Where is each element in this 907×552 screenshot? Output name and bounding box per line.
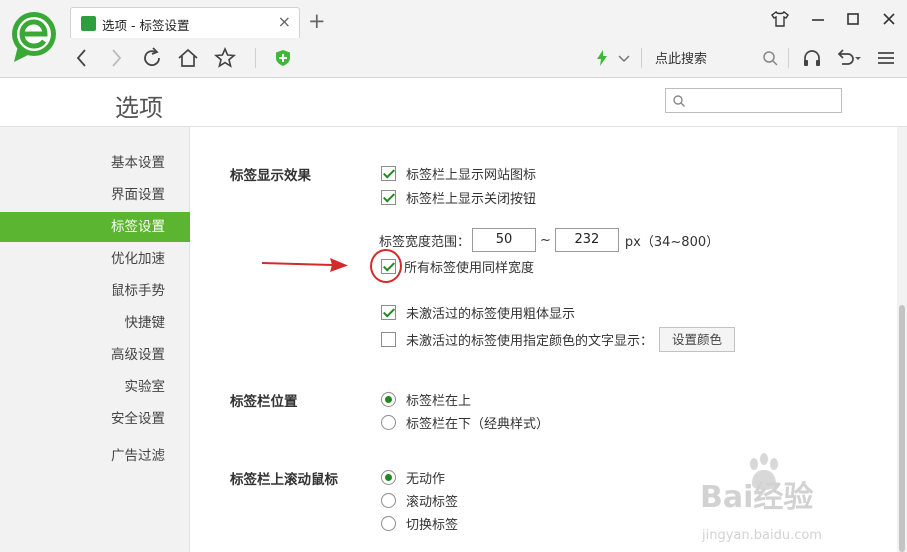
option-tabbar-bottom[interactable]: 标签栏在下（经典样式） xyxy=(381,413,550,432)
page-title: 选项 xyxy=(115,94,163,122)
radio-tabbar-bottom[interactable] xyxy=(381,414,396,430)
option-scroll-none[interactable]: 无动作 xyxy=(381,468,446,487)
option-scroll-tabs[interactable]: 滚动标签 xyxy=(381,491,459,510)
width-min-input[interactable]: 50 xyxy=(472,228,537,252)
options-header: 选项 xyxy=(0,79,907,127)
sidebar-item-shortcuts[interactable]: 快捷键 xyxy=(0,308,190,338)
sidebar-item-basic[interactable]: 基本设置 xyxy=(0,148,190,178)
chevron-down-icon[interactable] xyxy=(612,45,636,71)
toolbar-separator xyxy=(255,48,256,68)
toolbar-separator xyxy=(641,48,642,68)
search-icon xyxy=(673,95,685,107)
sidebar-item-lab[interactable]: 实验室 xyxy=(0,372,190,402)
sidebar-item-security[interactable]: 安全设置 xyxy=(0,404,190,434)
checkbox-color-inactive[interactable] xyxy=(381,331,396,347)
option-label: 未激活过的标签使用指定颜色的文字显示： xyxy=(406,333,654,349)
option-label: 标签栏在下（经典样式） xyxy=(406,416,550,432)
option-label: 未激活过的标签使用粗体显示 xyxy=(406,306,576,322)
option-bold-inactive[interactable]: 未激活过的标签使用粗体显示 xyxy=(381,303,576,322)
option-label: 滚动标签 xyxy=(406,494,459,510)
search-icon[interactable] xyxy=(758,45,782,71)
radio-scroll-switch[interactable] xyxy=(381,515,396,531)
checkbox-bold-inactive[interactable] xyxy=(381,304,396,320)
width-unit-label: px（34~800） xyxy=(624,234,720,250)
radio-scroll-none[interactable] xyxy=(381,469,396,485)
section-label-tab-scroll: 标签栏上滚动鼠标 xyxy=(230,472,338,488)
option-label: 标签栏在上 xyxy=(406,393,472,409)
options-sidebar: 基本设置 界面设置 标签设置 优化加速 鼠标手势 快捷键 高级设置 实验室 安全… xyxy=(0,127,190,552)
width-range-label: 标签宽度范围： xyxy=(379,234,471,250)
radio-tabbar-top[interactable] xyxy=(381,391,396,407)
section-label-tab-position: 标签栏位置 xyxy=(230,394,298,410)
tab-title: 选项 - 标签设置 xyxy=(102,18,190,33)
sidebar-item-tabs[interactable]: 标签设置 xyxy=(0,212,190,242)
maximize-icon[interactable] xyxy=(842,8,864,30)
checkbox-show-close-button[interactable] xyxy=(381,189,396,205)
radio-scroll-tabs[interactable] xyxy=(381,492,396,508)
baidu-watermark: Bai经验 jingyan.baidu.com xyxy=(700,452,900,552)
options-search-input[interactable] xyxy=(665,88,842,113)
option-label: 切换标签 xyxy=(406,517,459,533)
browser-logo-icon[interactable] xyxy=(10,10,60,66)
option-scroll-switch[interactable]: 切换标签 xyxy=(381,514,459,533)
close-window-icon[interactable] xyxy=(878,8,900,30)
option-show-site-icon[interactable]: 标签栏上显示网站图标 xyxy=(381,164,537,183)
watermark-brand: Bai经验 xyxy=(700,480,814,515)
checkbox-show-site-icon[interactable] xyxy=(381,165,396,181)
option-same-width[interactable]: 所有标签使用同样宽度 xyxy=(381,257,535,276)
sidebar-item-optimize[interactable]: 优化加速 xyxy=(0,244,190,274)
skin-shirt-icon[interactable] xyxy=(769,8,791,30)
watermark-url: jingyan.baidu.com xyxy=(702,528,822,543)
forward-icon[interactable] xyxy=(104,45,128,71)
security-shield-icon[interactable] xyxy=(271,45,295,71)
minimize-icon[interactable] xyxy=(807,8,829,30)
star-icon[interactable] xyxy=(213,45,237,71)
section-label-tab-display: 标签显示效果 xyxy=(230,168,311,184)
menu-icon[interactable] xyxy=(874,45,898,71)
option-show-close-button[interactable]: 标签栏上显示关闭按钮 xyxy=(381,188,537,207)
option-color-inactive[interactable]: 未激活过的标签使用指定颜色的文字显示： 设置颜色 xyxy=(381,326,736,352)
annotation-arrow-icon xyxy=(262,258,348,272)
set-color-button[interactable]: 设置颜色 xyxy=(659,326,736,352)
sidebar-item-adblock[interactable]: 广告过滤 xyxy=(0,441,190,471)
option-label: 标签栏上显示网站图标 xyxy=(406,167,537,183)
width-max-input[interactable]: 232 xyxy=(554,228,619,252)
search-box-label[interactable]: 点此搜索 xyxy=(655,48,707,67)
toolbar-separator xyxy=(788,48,789,68)
new-tab-button[interactable]: + xyxy=(308,9,326,33)
home-icon[interactable] xyxy=(176,45,200,71)
option-tabbar-top[interactable]: 标签栏在上 xyxy=(381,390,472,409)
option-label: 无动作 xyxy=(406,471,446,487)
sidebar-item-advanced[interactable]: 高级设置 xyxy=(0,340,190,370)
wrench-icon xyxy=(81,16,96,31)
refresh-icon[interactable] xyxy=(140,45,164,71)
width-range-separator: ~ xyxy=(540,232,551,248)
back-icon[interactable] xyxy=(70,45,94,71)
sidebar-item-mouse-gestures[interactable]: 鼠标手势 xyxy=(0,276,190,306)
headphones-icon[interactable] xyxy=(800,45,824,71)
option-label: 标签栏上显示关闭按钮 xyxy=(406,191,537,207)
sidebar-item-interface[interactable]: 界面设置 xyxy=(0,180,190,210)
tab-options[interactable]: 选项 - 标签设置 × xyxy=(70,7,300,38)
annotation-circle xyxy=(370,249,402,283)
browser-chrome: 选项 - 标签设置 × + 点此搜索 xyxy=(0,0,907,78)
lightning-icon[interactable] xyxy=(590,45,614,71)
caret-down-icon[interactable] xyxy=(852,45,864,71)
option-label: 所有标签使用同样宽度 xyxy=(404,260,535,276)
tab-width-range: 标签宽度范围： 50 ~ 232 px（34~800） xyxy=(379,228,719,252)
tab-close-icon[interactable]: × xyxy=(278,12,291,31)
